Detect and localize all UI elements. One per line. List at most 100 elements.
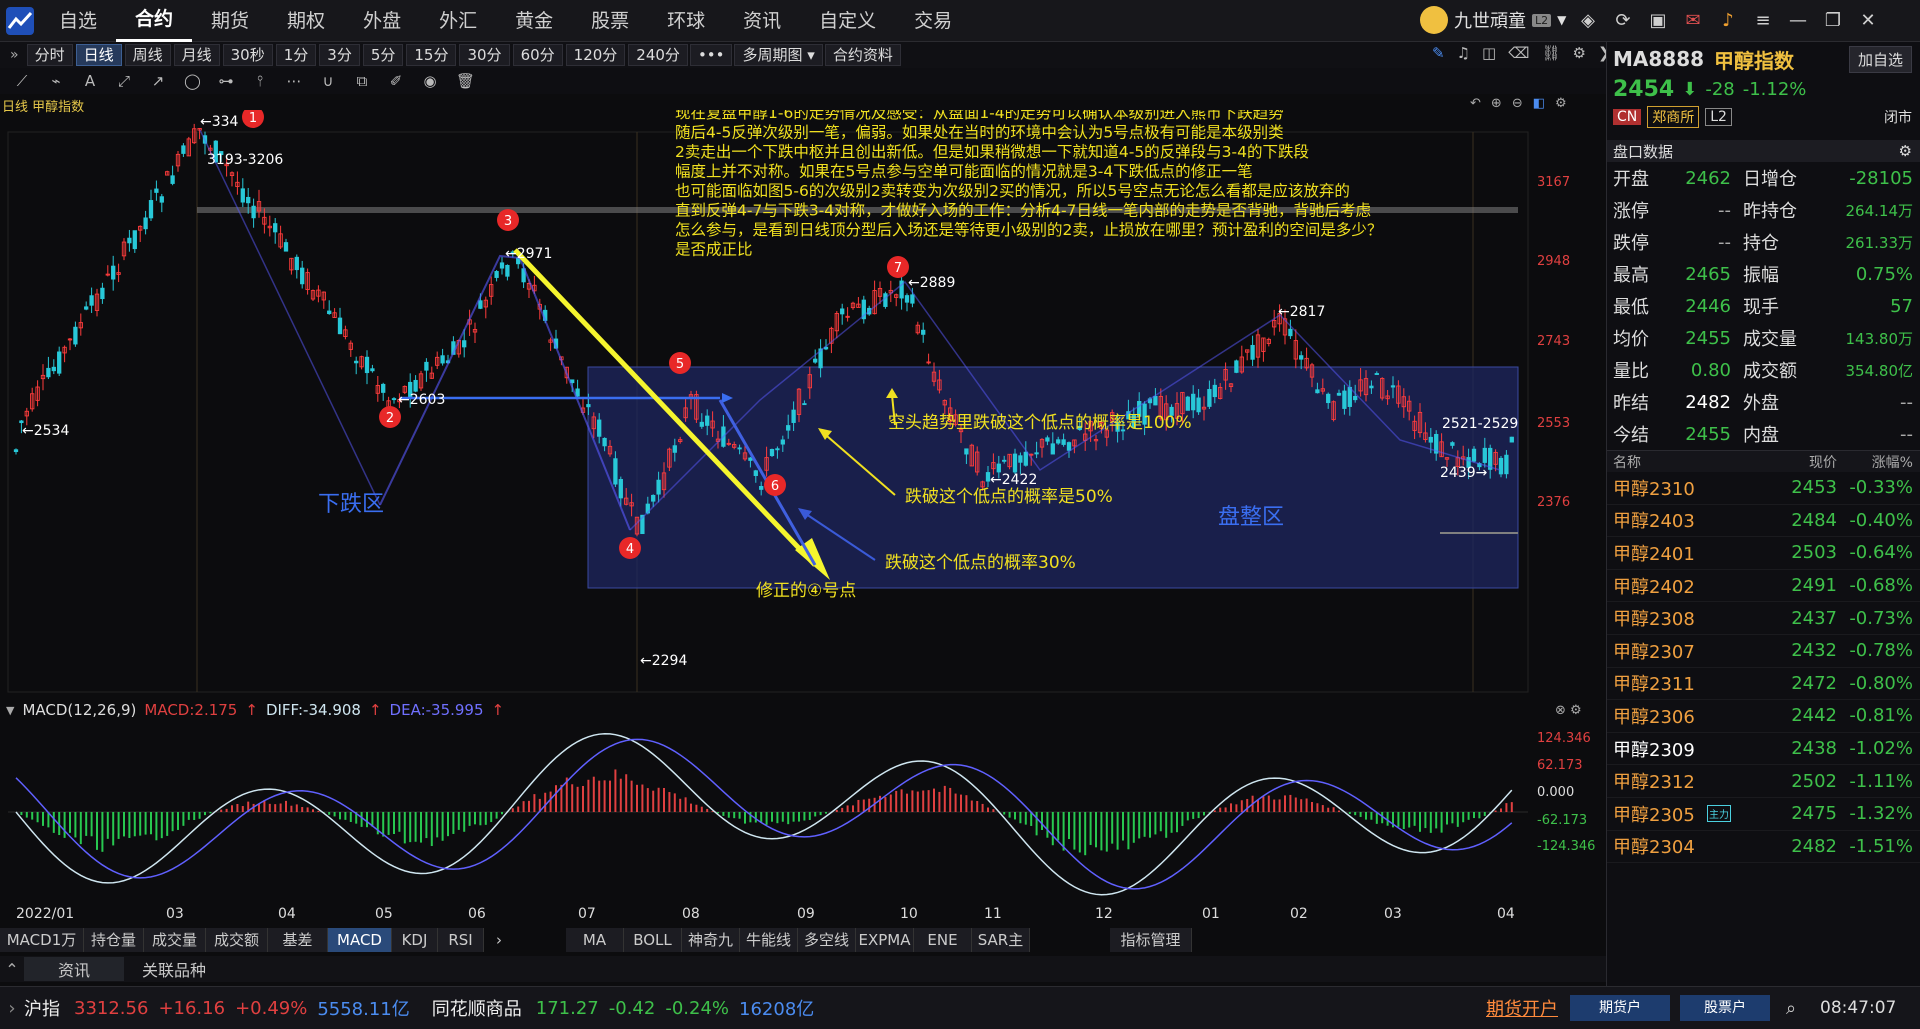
list-item[interactable]: 甲醇2306 2442 -0.81% (1607, 700, 1920, 733)
overlay-tab-0[interactable]: MA (566, 928, 624, 952)
indicator-tab-6[interactable]: KDJ (392, 928, 438, 952)
period-button-11[interactable]: 120分 (565, 44, 626, 66)
ellipse-icon[interactable]: ◯ (184, 72, 201, 90)
overlay-tab-2[interactable]: 神奇九转 (682, 928, 740, 973)
indicator-manage-button[interactable]: 指标管理 (1110, 928, 1192, 952)
user-profile[interactable]: 九世頑童 L2 ▼ (1420, 6, 1566, 34)
nav-item-2[interactable]: 期货 (192, 0, 268, 42)
overlay-tab-6[interactable]: ENE (914, 928, 972, 952)
nav-item-1[interactable]: 合约 (116, 0, 193, 42)
list-item[interactable]: 甲醇2402 2491 -0.68% (1607, 570, 1920, 603)
link-icon[interactable]: ⛓ (1541, 44, 1560, 62)
list-item[interactable]: 甲醇2309 2438 -1.02% (1607, 733, 1920, 766)
close-icon[interactable]: ✕ (1856, 9, 1880, 33)
more-tools-icon[interactable]: ⋯ (286, 72, 302, 90)
text-icon[interactable]: A (82, 72, 98, 90)
trend-line-icon[interactable]: ⟋ (14, 72, 30, 90)
pencil-icon[interactable]: ✎ (1432, 44, 1445, 62)
period-button-1[interactable]: 日线 (75, 44, 122, 66)
list-item[interactable]: 甲醇2310 2453 -0.33% (1607, 472, 1920, 505)
futures-account-button[interactable]: 期货户 (1570, 995, 1670, 1021)
indicator-tab-5[interactable]: MACD (328, 928, 392, 952)
period-button-9[interactable]: 30分 (459, 44, 510, 66)
period-button-6[interactable]: 3分 (319, 44, 360, 66)
panel-settings-icon[interactable]: ⚙ (1899, 142, 1912, 160)
nav-item-4[interactable]: 外盘 (344, 0, 420, 42)
app-logo-icon[interactable] (0, 1, 40, 41)
layers-icon[interactable]: ◈ (1576, 9, 1600, 33)
tab-related[interactable]: 关联品种 (124, 957, 224, 981)
info-expand-icon[interactable]: ⌃ (0, 960, 24, 979)
indicator-tab-3[interactable]: 成交额 (206, 928, 268, 952)
macd-panel[interactable]: 124.346 62.173 0.000 -62.173 -124.346 2022/0… (0, 720, 1606, 920)
eraser-icon[interactable]: ⌫ (1508, 44, 1529, 62)
period-button-3[interactable]: 月线 (173, 44, 220, 66)
eye-icon[interactable]: ◉ (422, 72, 438, 90)
polyline-icon[interactable]: ⌁ (48, 72, 64, 90)
indicator-tab-0[interactable]: MACD1万倍 (0, 928, 84, 973)
period-button-5[interactable]: 1分 (275, 44, 317, 66)
nav-item-9[interactable]: 资讯 (724, 0, 800, 42)
trash-icon[interactable]: 🗑 (456, 72, 475, 90)
collapse-icon[interactable]: » (4, 47, 25, 63)
nav-item-0[interactable]: 自选 (40, 0, 116, 42)
nav-item-11[interactable]: 交易 (895, 0, 962, 42)
indicator-next-icon[interactable]: › (484, 928, 514, 952)
calendar-icon[interactable]: ▣ (1646, 9, 1670, 33)
kline-chart[interactable]: 3167 2948 2743 2553 2376 1 2 3 4 5 6 7 ←334 3193-3… (0, 110, 1606, 696)
add-favorite-button[interactable]: 加自选 (1848, 45, 1912, 73)
nav-item-8[interactable]: 环球 (648, 0, 724, 42)
indicator-tab-4[interactable]: 基差 (268, 928, 328, 952)
horizontal-line-icon[interactable]: ⊶ (218, 72, 234, 90)
period-button-12[interactable]: 240分 (628, 44, 688, 66)
zoom-in-icon[interactable]: ⊕ (1491, 96, 1502, 111)
brush-icon[interactable]: ✐ (388, 72, 404, 90)
menu-icon[interactable]: ≡ (1751, 9, 1775, 33)
overlay-tab-3[interactable]: 牛能线 (740, 928, 798, 952)
stock-account-button[interactable]: 股票户 (1680, 995, 1770, 1021)
list-item[interactable]: 甲醇2307 2432 -0.78% (1607, 635, 1920, 668)
vertical-line-icon[interactable]: ⫯ (252, 72, 268, 90)
contract-info-button[interactable]: 合约资料 (824, 44, 901, 66)
period-button-10[interactable]: 60分 (512, 44, 563, 66)
macd-collapse-icon[interactable]: ▼ (6, 704, 14, 717)
expand-icon[interactable]: › (0, 998, 24, 1019)
indicator-tab-1[interactable]: 持仓量 (84, 928, 144, 952)
period-button-0[interactable]: 分时 (26, 44, 73, 66)
undo-icon[interactable]: ↶ (1470, 96, 1481, 111)
list-item[interactable]: 甲醇2403 2484 -0.40% (1607, 505, 1920, 538)
chart-settings-icon[interactable]: ⚙ (1555, 96, 1567, 111)
period-button-4[interactable]: 30秒 (222, 44, 273, 66)
list-item[interactable]: 甲醇2304 2482 -1.51% (1607, 831, 1920, 864)
indicator-tab-7[interactable]: RSI (438, 928, 484, 952)
period-button-2[interactable]: 周线 (124, 44, 171, 66)
nav-item-6[interactable]: 黄金 (496, 0, 572, 42)
macd-close-icon[interactable]: ⊗ ⚙ (1555, 703, 1582, 718)
list-item[interactable]: 甲醇2308 2437 -0.73% (1607, 602, 1920, 635)
period-button-7[interactable]: 5分 (362, 44, 404, 66)
restore-icon[interactable]: ❐ (1821, 9, 1845, 33)
overlay-tab-7[interactable]: SAR主图 (972, 928, 1030, 973)
settings-icon[interactable]: ⚙ (1572, 44, 1585, 62)
nav-item-3[interactable]: 期权 (268, 0, 344, 42)
mail-icon[interactable]: ✉ (1681, 9, 1705, 33)
overlay-tab-4[interactable]: 多空线 (798, 928, 856, 952)
index-name[interactable]: 沪指 (24, 995, 60, 1021)
list-item[interactable]: 甲醇2311 2472 -0.80% (1607, 668, 1920, 701)
nav-item-10[interactable]: 自定义 (800, 0, 895, 42)
layout-icon[interactable]: ◧ (1533, 96, 1545, 111)
nav-item-5[interactable]: 外汇 (420, 0, 496, 42)
commodity-name[interactable]: 同花顺商品 (432, 995, 522, 1021)
search-icon[interactable]: ⌕ (1786, 998, 1796, 1019)
overlay-tab-5[interactable]: EXPMA (856, 928, 914, 952)
list-item[interactable]: 甲醇2401 2503 -0.64% (1607, 537, 1920, 570)
list-item[interactable]: 甲醇2312 2502 -1.11% (1607, 765, 1920, 798)
refresh-icon[interactable]: ⟳ (1611, 9, 1635, 33)
ray-icon[interactable]: ↗ (150, 72, 166, 90)
tab-news[interactable]: 资讯 (24, 957, 124, 981)
alert-icon[interactable]: ♫ (1457, 44, 1470, 62)
indicator-tab-2[interactable]: 成交量 (144, 928, 206, 952)
zoom-out-icon[interactable]: ⊖ (1512, 96, 1523, 111)
segment-icon[interactable]: ⤢ (116, 72, 132, 90)
copy-icon[interactable]: ⧉ (354, 72, 370, 90)
